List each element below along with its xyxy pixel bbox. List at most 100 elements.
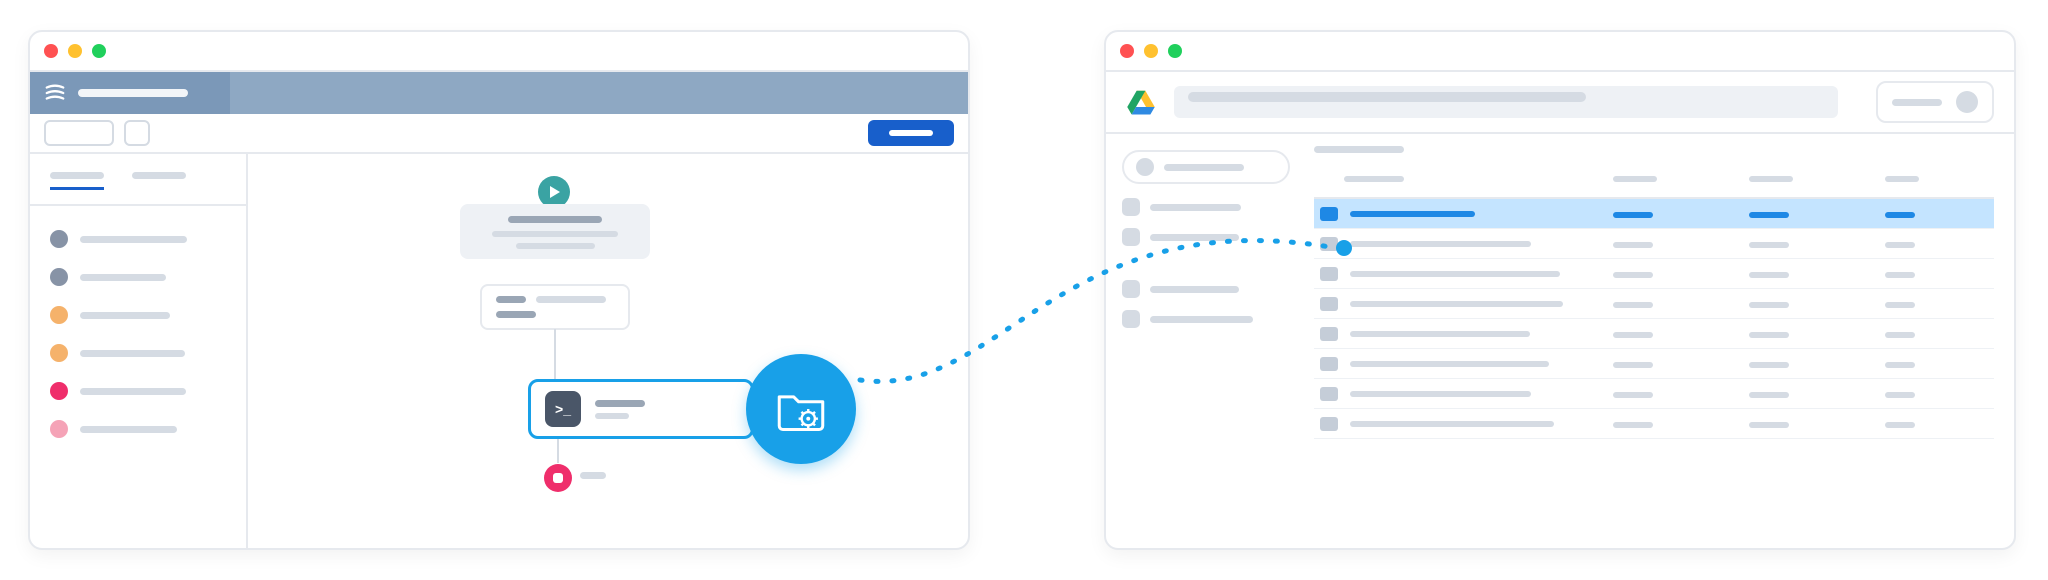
flow-selected-task[interactable]: >_ xyxy=(528,379,754,439)
sidebar-tab-1[interactable] xyxy=(50,172,104,190)
row-name xyxy=(1350,301,1563,307)
table-row[interactable] xyxy=(1314,199,1994,229)
folder-icon xyxy=(1320,297,1338,311)
primary-action-button[interactable] xyxy=(868,120,954,146)
folder-action-badge[interactable] xyxy=(746,354,856,464)
sidebar-item[interactable] xyxy=(30,334,246,372)
col-name[interactable] xyxy=(1344,176,1404,182)
drive-new-label xyxy=(1164,164,1244,171)
app-header xyxy=(30,72,968,114)
sidebar-item[interactable] xyxy=(30,372,246,410)
folder-icon xyxy=(1320,417,1338,431)
window-close-icon[interactable] xyxy=(1120,44,1134,58)
table-row[interactable] xyxy=(1314,229,1994,259)
sidebar-tab-2[interactable] xyxy=(132,172,186,190)
sidebar-item[interactable] xyxy=(30,220,246,258)
status-dot-icon xyxy=(50,344,68,362)
nav-label xyxy=(1150,286,1239,293)
row-owner xyxy=(1613,302,1653,308)
col-size[interactable] xyxy=(1885,176,1919,182)
status-dot-icon xyxy=(50,230,68,248)
window-minimize-icon[interactable] xyxy=(1144,44,1158,58)
row-modified xyxy=(1749,362,1789,368)
sidebar-item-label xyxy=(80,350,185,357)
row-owner xyxy=(1613,332,1653,338)
drive-search-input[interactable] xyxy=(1174,86,1838,118)
toolbar-square-button[interactable] xyxy=(124,120,150,146)
window-close-icon[interactable] xyxy=(44,44,58,58)
flow-canvas[interactable]: >_ xyxy=(248,154,968,548)
drive-sidebar xyxy=(1106,134,1306,546)
row-modified xyxy=(1749,242,1789,248)
row-name xyxy=(1350,211,1475,217)
app-title xyxy=(78,89,188,97)
table-row[interactable] xyxy=(1314,259,1994,289)
row-modified xyxy=(1749,422,1789,428)
row-modified xyxy=(1749,212,1789,218)
status-dot-icon xyxy=(50,382,68,400)
nav-label xyxy=(1150,234,1239,241)
col-owner[interactable] xyxy=(1613,176,1657,182)
row-name xyxy=(1350,391,1531,397)
flow-stop-node[interactable] xyxy=(544,464,572,492)
row-name xyxy=(1350,271,1560,277)
stop-label xyxy=(580,472,606,479)
row-modified xyxy=(1749,272,1789,278)
table-row[interactable] xyxy=(1314,379,1994,409)
drive-window xyxy=(1104,30,2016,550)
row-name xyxy=(1350,331,1530,337)
row-size xyxy=(1885,272,1915,278)
row-owner xyxy=(1613,242,1653,248)
table-row[interactable] xyxy=(1314,319,1994,349)
sidebar-tabs xyxy=(30,172,246,206)
table-header xyxy=(1314,159,1994,199)
search-input[interactable] xyxy=(44,120,114,146)
flow-param-card[interactable] xyxy=(480,284,630,330)
terminal-icon: >_ xyxy=(545,391,581,427)
account-label xyxy=(1892,99,1942,106)
row-name xyxy=(1350,421,1554,427)
folder-icon xyxy=(1320,327,1338,341)
flow-task-card[interactable] xyxy=(460,204,650,259)
selected-task-label xyxy=(595,400,645,407)
folder-icon xyxy=(1320,267,1338,281)
drive-nav-item[interactable] xyxy=(1122,198,1290,216)
drive-new-button[interactable] xyxy=(1122,150,1290,184)
folder-icon xyxy=(1320,387,1338,401)
drive-nav-item[interactable] xyxy=(1122,228,1290,246)
nav-icon xyxy=(1122,280,1140,298)
row-name xyxy=(1350,241,1531,247)
table-row[interactable] xyxy=(1314,409,1994,439)
table-row[interactable] xyxy=(1314,349,1994,379)
folder-icon xyxy=(1320,357,1338,371)
row-size xyxy=(1885,242,1915,248)
nav-label xyxy=(1150,204,1241,211)
sidebar-item[interactable] xyxy=(30,258,246,296)
sidebar-item-label xyxy=(80,426,177,433)
app-brand[interactable] xyxy=(30,72,230,114)
connection-endpoint-marker xyxy=(1336,240,1352,256)
account-menu[interactable] xyxy=(1876,81,1994,123)
row-modified xyxy=(1749,302,1789,308)
sidebar-item-label xyxy=(80,388,186,395)
drive-new-icon xyxy=(1136,158,1154,176)
window-zoom-icon[interactable] xyxy=(1168,44,1182,58)
drive-nav-item[interactable] xyxy=(1122,280,1290,298)
window-minimize-icon[interactable] xyxy=(68,44,82,58)
window-titlebar xyxy=(1106,32,2014,72)
sidebar-item-label xyxy=(80,236,187,243)
drive-header xyxy=(1106,72,2014,134)
breadcrumb[interactable] xyxy=(1314,146,1994,153)
window-zoom-icon[interactable] xyxy=(92,44,106,58)
sidebar-item-label xyxy=(80,312,170,319)
col-modified[interactable] xyxy=(1749,176,1793,182)
task-line-2 xyxy=(516,243,595,249)
table-row[interactable] xyxy=(1314,289,1994,319)
row-owner xyxy=(1613,272,1653,278)
drive-nav-item[interactable] xyxy=(1122,310,1290,328)
sidebar-item[interactable] xyxy=(30,296,246,334)
param-value xyxy=(536,296,606,303)
sidebar-item[interactable] xyxy=(30,410,246,448)
avatar-icon xyxy=(1956,91,1978,113)
row-owner xyxy=(1613,392,1653,398)
